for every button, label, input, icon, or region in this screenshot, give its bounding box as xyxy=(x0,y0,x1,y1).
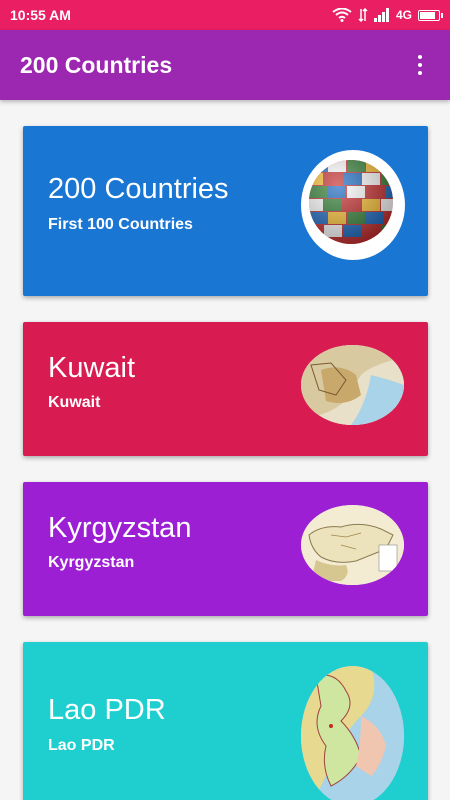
network-type: 4G xyxy=(395,8,412,22)
card-title: Kuwait xyxy=(48,352,136,384)
signal-icon xyxy=(373,8,389,22)
app-bar: 200 Countries xyxy=(0,30,450,100)
laos-map-icon xyxy=(301,666,404,800)
card-kuwait[interactable]: Kuwait Kuwait xyxy=(23,322,428,456)
status-icons: 4G xyxy=(332,8,443,22)
data-transfer-icon xyxy=(358,8,368,22)
card-subtitle: Lao PDR xyxy=(48,737,115,754)
card-subtitle: Kyrgyzstan xyxy=(48,554,135,571)
app-title: 200 Countries xyxy=(20,51,173,78)
wifi-icon xyxy=(332,8,352,22)
country-list[interactable]: 200 Countries First 100 Countries Kuwait… xyxy=(0,100,450,800)
flag-globe-icon xyxy=(301,150,405,260)
card-kyrgyzstan[interactable]: Kyrgyzstan Kyrgyzstan xyxy=(23,482,428,616)
card-subtitle: Kuwait xyxy=(48,394,101,411)
kuwait-map-icon xyxy=(301,345,404,425)
status-bar: 10:55 AM 4G xyxy=(0,0,450,30)
card-title: Lao PDR xyxy=(48,694,166,726)
status-time: 10:55 AM xyxy=(10,7,71,23)
card-title: 200 Countries xyxy=(48,173,229,205)
kyrgyzstan-map-icon xyxy=(301,505,404,585)
card-200-countries[interactable]: 200 Countries First 100 Countries xyxy=(23,126,428,296)
card-subtitle: First 100 Countries xyxy=(48,216,193,233)
card-title: Kyrgyzstan xyxy=(48,512,192,544)
battery-icon xyxy=(418,9,443,21)
card-lao-pdr[interactable]: Lao PDR Lao PDR xyxy=(23,642,428,800)
more-vert-icon[interactable] xyxy=(410,51,430,79)
